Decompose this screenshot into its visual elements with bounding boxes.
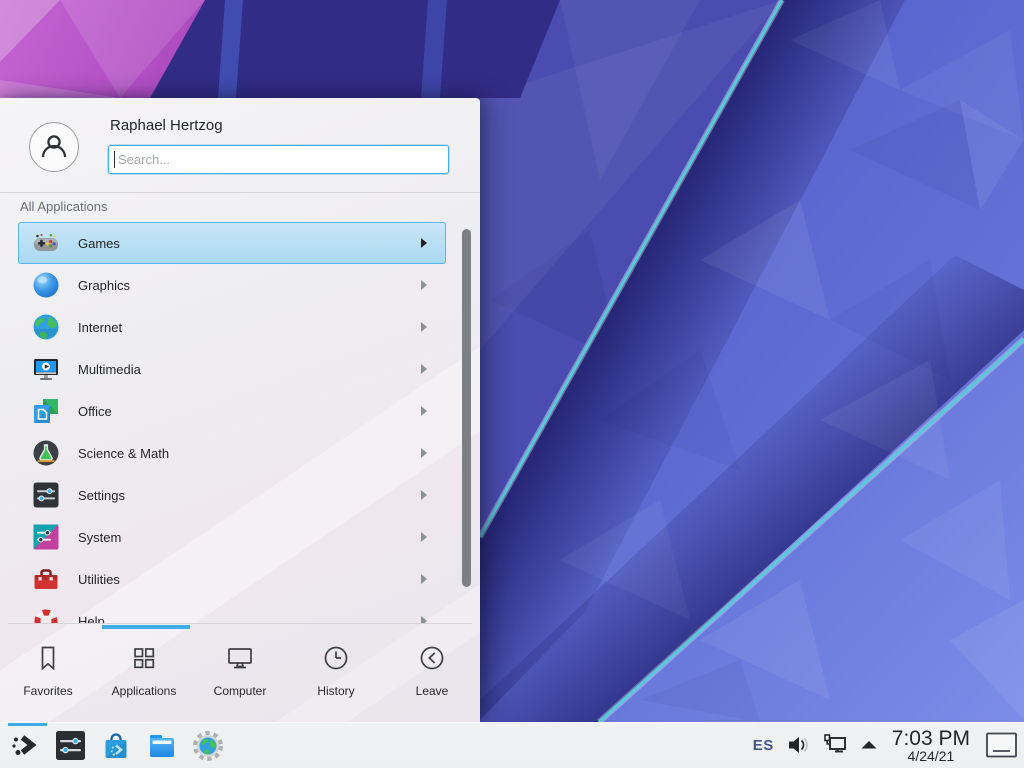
games-icon: [32, 229, 60, 257]
list-scrollbar[interactable]: [462, 229, 471, 587]
tab-computer[interactable]: Computer: [192, 630, 288, 722]
web-browser-button[interactable]: [192, 730, 224, 762]
application-category-list: Games Graphics: [0, 222, 480, 623]
favorites-icon: [32, 642, 64, 674]
launcher-active-indicator: [8, 723, 47, 726]
category-label: Office: [78, 404, 112, 419]
submenu-arrow-icon: [421, 490, 427, 500]
desktop: { "wallpaper": { "style": "kde-plasma-po…: [0, 0, 1024, 768]
submenu-arrow-icon: [421, 280, 427, 290]
category-settings[interactable]: Settings: [18, 474, 446, 516]
help-icon: [32, 607, 60, 623]
kickoff-launcher-icon: [9, 731, 39, 761]
clock-time: 7:03 PM: [892, 728, 970, 749]
section-label: All Applications: [20, 199, 107, 214]
kickoff-launcher-menu: Raphael Hertzog All Applications: [0, 98, 480, 722]
system-icon: [32, 523, 60, 551]
web-browser-icon: [192, 730, 224, 762]
tab-favorites[interactable]: Favorites: [0, 630, 96, 722]
category-utilities[interactable]: Utilities: [18, 558, 446, 600]
system-tray: ES 7:03 PM 4/24/21: [753, 728, 1018, 764]
system-settings-button[interactable]: [54, 730, 86, 762]
category-label: Graphics: [78, 278, 130, 293]
category-label: Games: [78, 236, 120, 251]
user-avatar[interactable]: [29, 122, 79, 172]
submenu-arrow-icon: [421, 532, 427, 542]
show-desktop-button[interactable]: [985, 733, 1018, 758]
internet-icon: [32, 313, 60, 341]
keyboard-layout-indicator[interactable]: ES: [753, 737, 774, 754]
category-label: Help: [78, 614, 105, 624]
system-settings-icon: [55, 730, 86, 761]
submenu-arrow-icon: [421, 448, 427, 458]
leave-icon: [416, 642, 448, 674]
category-office[interactable]: Office: [18, 390, 446, 432]
category-label: Science & Math: [78, 446, 169, 461]
submenu-arrow-icon: [421, 364, 427, 374]
utilities-icon: [32, 565, 60, 593]
submenu-arrow-icon: [421, 616, 427, 623]
office-icon: [32, 397, 60, 425]
category-science-math[interactable]: Science & Math: [18, 432, 446, 474]
discover-icon: [100, 730, 132, 762]
tab-label: Computer: [214, 684, 267, 698]
clock-date: 4/24/21: [892, 749, 970, 763]
taskbar-panel: ES 7:03 PM 4/24/21: [0, 722, 1024, 768]
dolphin-file-manager-icon: [146, 730, 178, 762]
submenu-arrow-icon: [421, 238, 427, 248]
category-games[interactable]: Games: [18, 222, 446, 264]
history-icon: [320, 642, 352, 674]
tab-applications[interactable]: Applications: [96, 630, 192, 722]
tab-label: History: [317, 684, 354, 698]
category-label: Utilities: [78, 572, 120, 587]
expand-tray-icon[interactable]: [861, 740, 877, 750]
kickoff-launcher-button[interactable]: [8, 730, 40, 762]
search-input[interactable]: [108, 145, 449, 174]
volume-icon[interactable]: [787, 734, 809, 756]
category-multimedia[interactable]: Multimedia: [18, 348, 446, 390]
launcher-tab-bar: Favorites Applications Computer: [0, 630, 480, 722]
taskbar-app-icons: [8, 730, 224, 762]
text-caret: [114, 151, 115, 168]
applications-icon: [128, 642, 160, 674]
active-tab-indicator: [102, 625, 190, 629]
category-help[interactable]: Help: [18, 600, 446, 623]
multimedia-icon: [32, 355, 60, 383]
graphics-icon: [32, 271, 60, 299]
computer-icon: [224, 642, 256, 674]
submenu-arrow-icon: [421, 574, 427, 584]
category-label: Multimedia: [78, 362, 141, 377]
submenu-arrow-icon: [421, 406, 427, 416]
category-system[interactable]: System: [18, 516, 446, 558]
settings-icon: [32, 481, 60, 509]
tab-label: Applications: [112, 684, 177, 698]
discover-button[interactable]: [100, 730, 132, 762]
user-icon: [37, 130, 71, 164]
category-internet[interactable]: Internet: [18, 306, 446, 348]
tabbar-separator: [8, 623, 472, 624]
science-math-icon: [32, 439, 60, 467]
tab-label: Favorites: [23, 684, 72, 698]
launcher-header: Raphael Hertzog: [0, 98, 480, 192]
category-label: System: [78, 530, 121, 545]
submenu-arrow-icon: [421, 322, 427, 332]
tab-leave[interactable]: Leave: [384, 630, 480, 722]
tab-label: Leave: [416, 684, 449, 698]
digital-clock[interactable]: 7:03 PM 4/24/21: [892, 728, 970, 764]
user-name: Raphael Hertzog: [110, 117, 223, 134]
show-desktop-icon: [985, 732, 1018, 758]
network-icon[interactable]: [822, 733, 848, 757]
dolphin-file-manager-button[interactable]: [146, 730, 178, 762]
category-label: Settings: [78, 488, 125, 503]
header-separator: [0, 192, 480, 193]
category-label: Internet: [78, 320, 122, 335]
tab-history[interactable]: History: [288, 630, 384, 722]
category-graphics[interactable]: Graphics: [18, 264, 446, 306]
